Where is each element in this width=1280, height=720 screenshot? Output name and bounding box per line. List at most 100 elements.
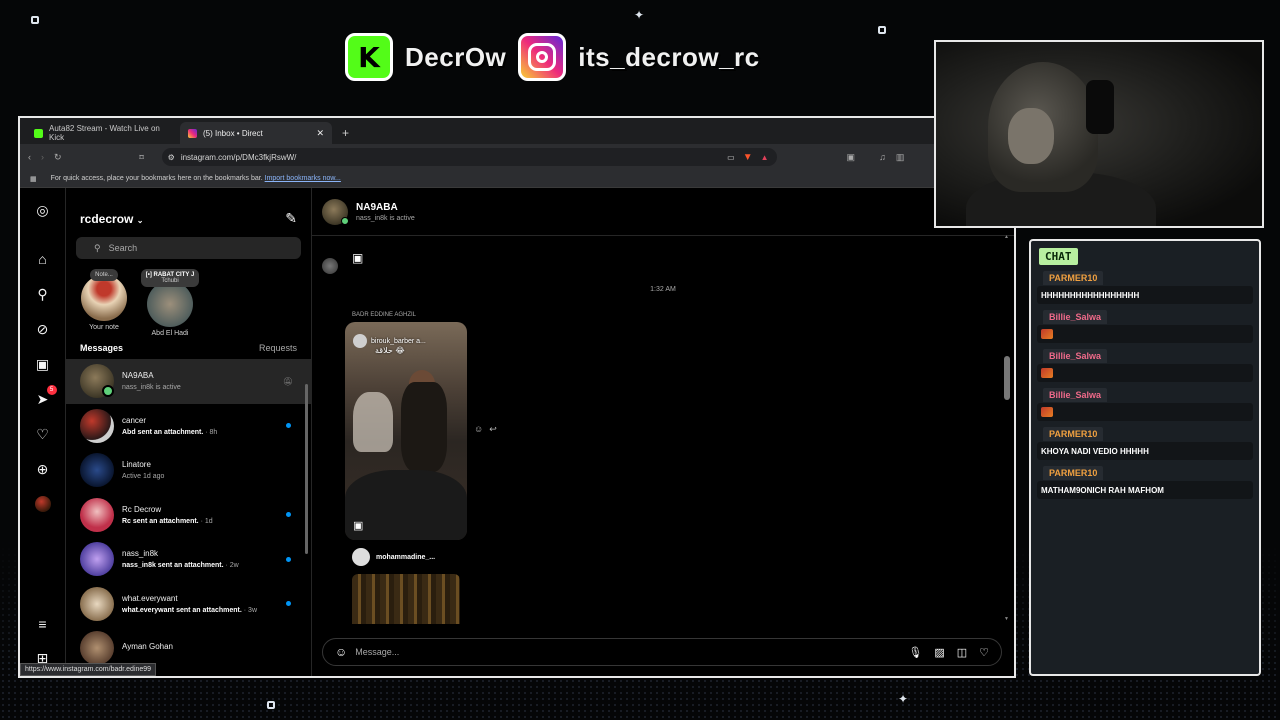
stream-chat: CHAT PARMER10 HHHHHHHHHHHHHHHHH Billie_S… (1029, 239, 1261, 676)
chat-message: Billie_Salwa (1035, 385, 1255, 421)
import-bookmarks-link[interactable]: Import bookmarks now... (265, 175, 341, 182)
search-icon: ⚲ (94, 242, 101, 253)
sparkle-decoration (267, 701, 275, 709)
requests-link[interactable]: Requests (259, 343, 297, 353)
account-header: rcdecrow ⌄ ✎ (66, 210, 311, 227)
bookmark-icon[interactable]: ⌑ (140, 153, 144, 162)
unread-dot (286, 512, 291, 518)
avatar (80, 542, 114, 577)
shared-post-header[interactable]: mohammadine_... (352, 548, 435, 566)
chat-message: PARMER10 MATHAM9ONICH RAH MAFHOM (1035, 463, 1255, 499)
create-icon[interactable]: ⊕ (35, 461, 51, 477)
messages-title: Messages (80, 343, 124, 353)
message-input[interactable]: ☺ Message... 🎙︎ ▨ ◫ ♡ (322, 638, 1002, 666)
instagram-handle: its_decrow_rc (578, 41, 760, 72)
conversation-row[interactable]: Linatore Active 1d ago (66, 448, 311, 493)
friend-note[interactable]: [•] RABAT CITY J Tchubi Abd El Hadi (140, 269, 200, 337)
thread-status: nass_in8k is active (356, 214, 415, 222)
brave-rewards-icon[interactable]: ▲ (761, 153, 769, 162)
forward-icon[interactable]: › (41, 152, 44, 162)
brave-shield-icon[interactable]: ▼ (743, 152, 753, 163)
explore-icon[interactable]: ⊘ (35, 321, 51, 337)
conversation-row[interactable]: what.everywant what.everywant sent an att… (66, 582, 311, 627)
webcam-feed (934, 40, 1264, 228)
instagram-logo-icon[interactable]: ◎ (35, 202, 51, 218)
bookmarks-hint: For quick access, place your bookmarks h… (50, 175, 263, 182)
note-label: Abd El Hadi (151, 330, 189, 337)
thread-name[interactable]: NA9ABA (356, 202, 415, 213)
notes-row: Note... Your note [•] RABAT CITY J Tchubi… (66, 259, 311, 337)
profile-avatar[interactable] (34, 496, 51, 512)
new-message-icon[interactable]: ✎ (285, 210, 297, 227)
media-icon[interactable]: ♫ (879, 152, 886, 162)
avatar (80, 453, 114, 488)
unread-dot (286, 423, 291, 429)
emoji-icon[interactable]: ☺ (335, 645, 347, 659)
kick-icon (34, 128, 43, 138)
tab-label: (5) Inbox • Direct (203, 128, 263, 138)
heart-icon[interactable]: ♡ (35, 426, 51, 442)
wallet-icon[interactable]: ▣ (847, 152, 856, 163)
sticker-icon[interactable]: ◫ (957, 646, 967, 659)
messages-icon[interactable]: ➤ 5 (35, 385, 57, 407)
instagram-icon (188, 128, 197, 138)
url-text: instagram.com/p/DMc3fkjRswW/ (180, 152, 297, 162)
conversation-row[interactable]: NA9ABA nass_in8k is active 🔕︎ (66, 359, 311, 404)
stream-overlay: ✦ ✦ K DecrOw its_decrow_rc Auta82 Stream… (0, 0, 1280, 720)
social-handles: K DecrOw its_decrow_rc (345, 33, 760, 81)
conversation-row[interactable]: cancer Abd sent an attachment. · 8h (66, 404, 311, 449)
image-icon[interactable]: ▨ (934, 646, 944, 659)
note-bubble: [•] RABAT CITY J Tchubi (140, 269, 200, 287)
menu-icon[interactable]: ≡ (35, 616, 51, 632)
conversation-row[interactable]: Rc Decrow Rc sent an attachment. · 1d (66, 493, 311, 538)
tab-bar: Auta82 Stream - Watch Live on Kick (5) I… (20, 118, 1014, 144)
reel-icon[interactable]: ▣ (352, 251, 363, 265)
new-tab-button[interactable]: + (334, 126, 357, 144)
reload-icon[interactable]: ↻ (54, 152, 62, 163)
browser-window: Auta82 Stream - Watch Live on Kick (5) I… (18, 116, 1016, 678)
chat-message: Billie_Salwa (1035, 307, 1255, 343)
muted-icon: 🔕︎ (282, 376, 293, 386)
react-icon[interactable]: ☺ (474, 424, 483, 435)
search-input[interactable]: ⚲ Search (76, 237, 301, 259)
cast-icon[interactable]: ▭ (727, 153, 735, 162)
emote-icon (1041, 329, 1053, 339)
emote-icon (1041, 407, 1053, 417)
avatar (147, 281, 193, 327)
search-icon[interactable]: ⚲ (35, 286, 51, 302)
your-note[interactable]: Note... Your note (80, 269, 128, 337)
apps-icon[interactable]: ▦ (30, 175, 37, 183)
avatar (80, 408, 114, 443)
shared-post-preview[interactable] (352, 574, 460, 624)
avatar (352, 548, 370, 566)
avatar (80, 586, 114, 621)
chat-message: PARMER10 KHOYA NADI VEDIO HHHHH (1035, 424, 1255, 460)
message-timestamp: 1:32 AM (650, 286, 676, 293)
bookmarks-bar: ▦ For quick access, place your bookmarks… (20, 170, 1014, 188)
conversation-row[interactable]: nass_in8k nass_in8k sent an attachment. ·… (66, 537, 311, 582)
avatar[interactable] (322, 198, 349, 225)
url-field[interactable]: ⌑ ⚙ instagram.com/p/DMc3fkjRswW/ ▭ ▼ ▲ (140, 148, 777, 166)
site-info-icon[interactable]: ⚙ (168, 153, 175, 162)
shared-reel[interactable]: birouk_barber a... حلاقة 😂 ▣ (345, 322, 467, 540)
sender-name: BADR EDDINE AGHZIL (352, 312, 417, 318)
thread-scrollbar[interactable]: ▲ ▼ (1004, 234, 1010, 622)
tab-kick[interactable]: Auta82 Stream - Watch Live on Kick (26, 122, 178, 144)
account-switcher[interactable]: rcdecrow ⌄ (80, 212, 143, 226)
instagram-logo-icon (518, 33, 567, 81)
list-scrollbar[interactable] (305, 384, 308, 554)
microphone-icon[interactable]: 🎙︎ (908, 646, 922, 659)
messages-header: Messages Requests (66, 337, 311, 359)
kick-logo-icon: K (345, 33, 393, 81)
sidebar-icon[interactable]: ▥ (896, 152, 905, 163)
notification-badge: 5 (46, 385, 57, 395)
close-tab-icon[interactable]: ✕ (316, 128, 324, 139)
kick-handle: DecrOw (405, 41, 507, 72)
home-icon[interactable]: ⌂ (35, 251, 51, 267)
heart-icon[interactable]: ♡ (979, 646, 989, 659)
tab-instagram[interactable]: (5) Inbox • Direct ✕ (180, 122, 332, 144)
reels-icon[interactable]: ▣ (35, 356, 51, 372)
note-label: Your note (89, 324, 119, 331)
reply-icon[interactable]: ↩ (489, 424, 497, 435)
back-icon[interactable]: ‹ (28, 152, 31, 162)
